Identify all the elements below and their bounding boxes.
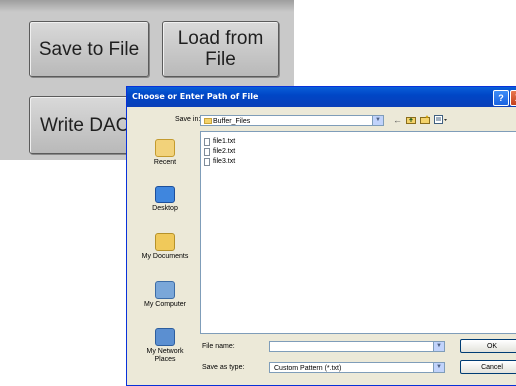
new-folder-icon[interactable] (420, 115, 430, 126)
back-arrow-icon[interactable]: ← (393, 115, 402, 125)
recent-icon (155, 139, 175, 157)
panel-top-edge (0, 0, 294, 12)
place-label: Desktop (152, 205, 178, 212)
chevron-down-icon[interactable]: ▼ (433, 342, 444, 351)
file-name: file1.txt (213, 138, 236, 145)
place-my-documents[interactable]: My Documents (133, 233, 197, 260)
place-recent[interactable]: Recent (133, 139, 197, 166)
text-file-icon (204, 158, 210, 166)
place-desktop[interactable]: Desktop (133, 186, 197, 212)
place-label: My Documents (141, 253, 189, 260)
close-button[interactable]: X (510, 90, 516, 106)
text-file-icon (204, 148, 210, 156)
place-network[interactable]: My Network Places (133, 328, 197, 364)
save-in-dropdown[interactable]: Buffer_Files ▼ (200, 115, 384, 126)
save-as-type-value: Custom Pattern (*.txt) (274, 365, 342, 372)
help-icon: ? (498, 93, 504, 103)
list-item[interactable]: file3.txt (204, 157, 235, 167)
place-label: My Network Places (146, 348, 184, 363)
save-to-file-button[interactable]: Save to File (29, 21, 149, 77)
dialog-titlebar: Choose or Enter Path of File (127, 87, 516, 107)
text-file-icon (204, 138, 210, 146)
folder-icon (204, 118, 212, 124)
load-from-file-button[interactable]: Load from File (162, 21, 279, 77)
save-in-value: Buffer_Files (213, 118, 251, 125)
cancel-button[interactable]: Cancel (460, 360, 516, 374)
list-item[interactable]: file2.txt (204, 147, 235, 157)
list-item[interactable]: file1.txt (204, 137, 235, 147)
place-label: Recent (153, 159, 177, 166)
save-as-type-label: Save as type: (202, 364, 245, 371)
file-list[interactable]: file1.txt file2.txt file3.txt (200, 131, 516, 334)
save-in-label: Save in: (175, 116, 201, 123)
ok-button[interactable]: OK (460, 339, 516, 353)
place-my-computer[interactable]: My Computer (133, 281, 197, 308)
help-button[interactable]: ? (493, 90, 509, 106)
chevron-down-icon[interactable]: ▼ (372, 116, 383, 125)
views-menu-icon[interactable] (434, 115, 448, 126)
file-dialog: Choose or Enter Path of File ? X Save in… (126, 86, 516, 386)
my-computer-icon (155, 281, 175, 299)
desktop-icon (155, 186, 175, 203)
dialog-title: Choose or Enter Path of File (132, 92, 259, 101)
places-bar: Recent Desktop My Documents My Computer … (133, 131, 197, 381)
file-name: file2.txt (213, 148, 236, 155)
file-name-input[interactable]: ▼ (269, 341, 445, 352)
chevron-down-icon[interactable]: ▼ (433, 363, 444, 372)
save-as-type-dropdown[interactable]: Custom Pattern (*.txt) ▼ (269, 362, 445, 373)
up-folder-icon[interactable] (406, 115, 416, 126)
my-documents-icon (155, 233, 175, 251)
network-places-icon (155, 328, 175, 346)
file-name: file3.txt (213, 158, 236, 165)
file-name-label: File name: (202, 343, 235, 350)
place-label: My Computer (143, 301, 186, 308)
